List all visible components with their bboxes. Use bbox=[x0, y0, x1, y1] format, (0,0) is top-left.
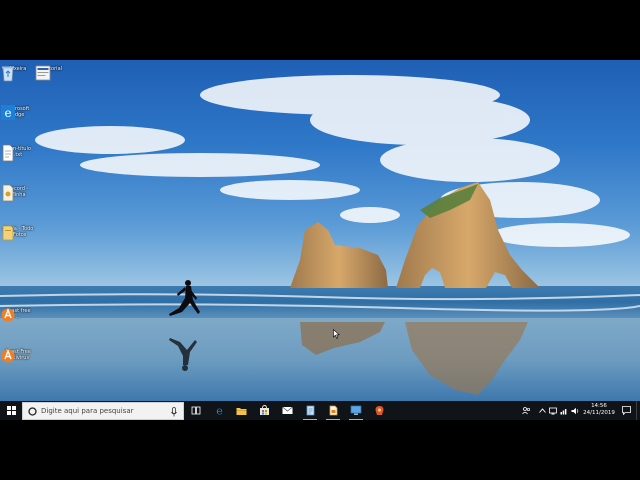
taskbar-clock[interactable]: 14:56 24/11/2019 bbox=[582, 403, 616, 417]
desktop-icon-avast-antivirus[interactable]: Avast Free Antivirus bbox=[0, 347, 36, 363]
clock-time: 14:56 bbox=[591, 403, 607, 409]
search-placeholder: Digite aqui para pesquisar bbox=[41, 407, 134, 415]
microsoft-edge-icon: e bbox=[1, 105, 15, 120]
avast-icon bbox=[1, 308, 15, 322]
taskbar-remote-desktop[interactable] bbox=[346, 401, 366, 420]
avast-antivirus-icon bbox=[1, 349, 15, 363]
taskbar-document-app[interactable] bbox=[323, 401, 343, 420]
desktop-icon-text-file[interactable]: Sem-título .txt bbox=[0, 144, 36, 162]
app-blue-icon bbox=[306, 405, 314, 416]
tray-network[interactable] bbox=[548, 401, 558, 420]
wallpaper bbox=[0, 75, 640, 401]
desktop-icon-tutorial[interactable]: tutorial bbox=[35, 64, 71, 81]
desktop-icon-record[interactable]: Record - Minha bbox=[0, 184, 36, 202]
clouds bbox=[35, 75, 630, 247]
desktop-icon-avast-free[interactable]: avast free ... bbox=[0, 306, 36, 322]
windows-logo-icon bbox=[6, 406, 16, 415]
taskbar-orange-app[interactable] bbox=[369, 401, 389, 420]
mail-icon bbox=[281, 406, 293, 414]
record-icon bbox=[2, 184, 14, 202]
search-input[interactable]: Digite aqui para pesquisar bbox=[22, 402, 184, 420]
cortana-circle-icon bbox=[28, 407, 37, 416]
tray-wifi[interactable] bbox=[559, 401, 569, 420]
task-view-icon bbox=[191, 406, 201, 415]
taskbar-store[interactable] bbox=[254, 401, 274, 420]
letterbox-top bbox=[0, 0, 640, 60]
taskbar: Digite aqui para pesquisar e 14:56 24/11… bbox=[0, 401, 640, 420]
file-explorer-icon bbox=[236, 407, 246, 415]
taskbar-file-explorer[interactable] bbox=[231, 401, 251, 420]
svg-text:e: e bbox=[216, 405, 223, 416]
network-icon bbox=[549, 407, 557, 414]
remote-desktop-icon bbox=[350, 405, 362, 415]
show-desktop-button[interactable] bbox=[636, 401, 640, 420]
tray-volume[interactable] bbox=[570, 401, 581, 420]
microphone-icon[interactable] bbox=[171, 407, 177, 417]
volume-icon bbox=[571, 407, 579, 414]
tray-show-hidden[interactable] bbox=[537, 401, 547, 420]
desktop-icon-lixeira[interactable]: Lixeira bbox=[0, 64, 36, 82]
tray-people[interactable] bbox=[520, 401, 532, 420]
folder-icon bbox=[2, 225, 14, 241]
store-icon bbox=[259, 405, 269, 415]
taskbar-app-blue[interactable] bbox=[300, 401, 320, 420]
desktop-icon-microsoft-edge[interactable]: e Microsoft Edge bbox=[0, 104, 36, 120]
text-file-icon bbox=[2, 144, 14, 162]
people-icon bbox=[521, 407, 530, 415]
taskbar-task-view[interactable] bbox=[186, 401, 206, 420]
document-app-icon bbox=[329, 405, 337, 416]
tutorial-icon bbox=[35, 65, 51, 81]
signal-icon bbox=[560, 408, 567, 414]
recycle-bin-icon bbox=[2, 66, 14, 82]
edge-icon: e bbox=[216, 405, 223, 416]
start-button[interactable] bbox=[2, 401, 20, 420]
action-center-button[interactable] bbox=[618, 401, 634, 420]
desktop-icon-folder[interactable]: Ajuda - Todo - Fotos bbox=[0, 224, 36, 241]
rock-left bbox=[290, 222, 388, 288]
mouse-cursor-icon bbox=[333, 329, 340, 339]
notification-icon bbox=[621, 406, 631, 415]
taskbar-edge[interactable]: e bbox=[209, 401, 229, 420]
orange-app-icon bbox=[375, 406, 383, 415]
clock-date: 24/11/2019 bbox=[583, 410, 615, 416]
desktop[interactable]: Lixeira tutorial e Microsoft Edge Sem-tí… bbox=[0, 60, 640, 401]
taskbar-mail[interactable] bbox=[277, 401, 297, 420]
letterbox-bottom bbox=[0, 420, 640, 480]
svg-text:e: e bbox=[4, 106, 11, 120]
chevron-up-icon bbox=[538, 408, 546, 413]
